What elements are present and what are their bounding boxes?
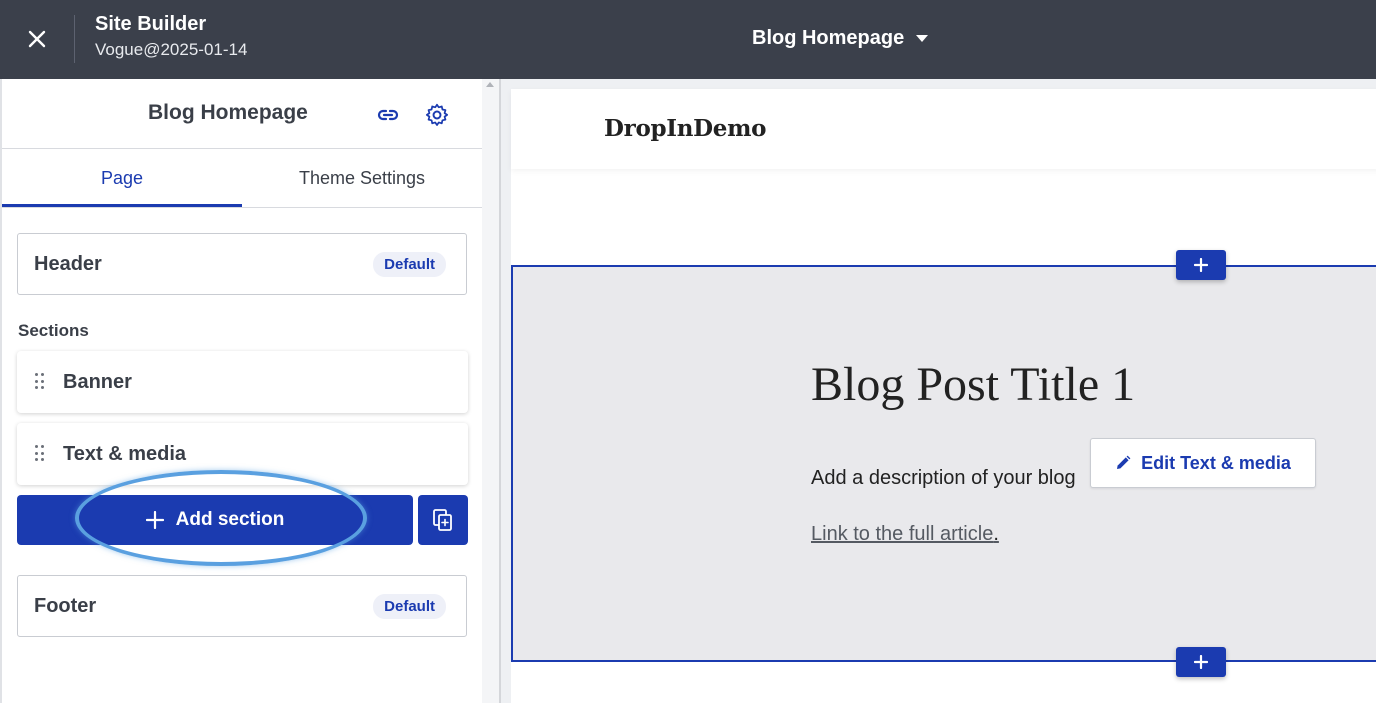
- copy-section-icon: [433, 509, 452, 531]
- tab-theme-settings[interactable]: Theme Settings: [242, 149, 482, 207]
- post-link-period: .: [993, 523, 999, 545]
- top-bar: Site Builder Vogue@2025-01-14 Blog Homep…: [0, 0, 1376, 79]
- close-icon: [28, 30, 46, 48]
- drag-handle-icon[interactable]: [35, 445, 45, 463]
- header-card[interactable]: Header Default: [17, 233, 467, 295]
- section-item-banner[interactable]: Banner: [17, 351, 468, 413]
- add-from-template-button[interactable]: [418, 495, 468, 545]
- footer-card-label: Footer: [34, 594, 97, 617]
- footer-default-badge: Default: [373, 593, 446, 619]
- link-icon: [377, 109, 399, 121]
- site-header[interactable]: DropInDemo: [511, 89, 1376, 169]
- scroll-up-arrow-icon[interactable]: [486, 82, 494, 87]
- site-logo: DropInDemo: [604, 115, 767, 142]
- edit-section-button[interactable]: Edit Text & media: [1090, 438, 1316, 488]
- gear-icon: [425, 103, 449, 126]
- sidebar: Blog Homepage Page Theme Settings Header…: [0, 79, 482, 703]
- page-selector[interactable]: Blog Homepage: [752, 27, 929, 50]
- add-section-label: Add section: [175, 509, 285, 530]
- page-preview: DropInDemo Blog Post Title 1 Add a descr…: [501, 79, 1376, 703]
- edit-section-label: Edit Text & media: [1141, 452, 1291, 473]
- text-media-section[interactable]: Blog Post Title 1 Add a description of y…: [511, 265, 1376, 662]
- preview-canvas: DropInDemo Blog Post Title 1 Add a descr…: [511, 89, 1376, 703]
- plus-icon: [1194, 258, 1208, 272]
- header-card-label: Header: [34, 252, 102, 275]
- post-link[interactable]: Link to the full article.: [811, 523, 999, 546]
- post-link-text: Link to the full article: [811, 523, 994, 545]
- page-selector-label: Blog Homepage: [752, 27, 905, 49]
- add-section-button[interactable]: Add section: [17, 495, 413, 545]
- footer-card[interactable]: Footer Default: [17, 575, 467, 637]
- post-title: Blog Post Title 1: [811, 358, 1136, 411]
- close-button[interactable]: [22, 24, 52, 54]
- plus-icon: [1194, 655, 1208, 669]
- insert-section-above-button[interactable]: [1176, 250, 1226, 280]
- page-settings-button[interactable]: [423, 101, 451, 129]
- sidebar-scrollbar[interactable]: [482, 79, 499, 703]
- app-title: Site Builder: [95, 13, 207, 35]
- sections-heading: Sections: [18, 321, 89, 340]
- chevron-down-icon: [916, 34, 929, 42]
- post-description: Add a description of your blog: [811, 467, 1076, 489]
- section-item-label: Banner: [63, 370, 132, 393]
- pencil-icon: [1117, 455, 1131, 469]
- section-item-text-media[interactable]: Text & media: [17, 423, 468, 485]
- topbar-divider: [74, 15, 75, 63]
- sidebar-title: Blog Homepage: [148, 101, 308, 124]
- tab-page[interactable]: Page: [2, 149, 242, 207]
- section-item-label: Text & media: [63, 442, 186, 465]
- insert-section-below-button[interactable]: [1176, 647, 1226, 677]
- drag-handle-icon[interactable]: [35, 373, 45, 391]
- copy-link-button[interactable]: [374, 101, 402, 129]
- tabs-divider: [2, 207, 482, 208]
- site-version: Vogue@2025-01-14: [95, 40, 248, 59]
- plus-icon: [145, 511, 164, 529]
- header-default-badge: Default: [373, 251, 446, 277]
